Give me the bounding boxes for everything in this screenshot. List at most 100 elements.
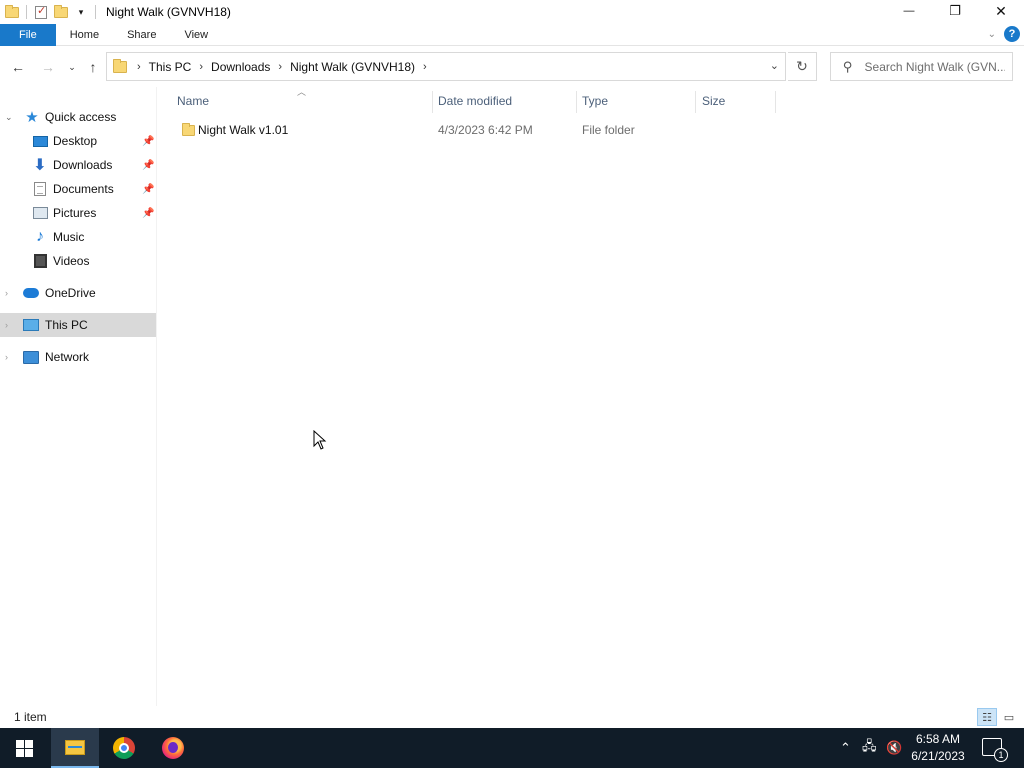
forward-arrow-icon[interactable]: → xyxy=(38,57,58,77)
search-icon: ⚲ xyxy=(843,58,853,74)
collapsed-chevron-icon[interactable]: › xyxy=(5,352,8,362)
breadcrumb-chevron-icon[interactable]: › xyxy=(423,61,427,73)
toolbar-divider xyxy=(26,5,27,19)
search-input[interactable] xyxy=(864,59,1005,74)
column-divider[interactable] xyxy=(576,91,577,113)
file-name: Night Walk v1.01 xyxy=(198,123,289,137)
minimize-button[interactable]: — xyxy=(886,0,932,22)
column-header-name[interactable]: Name xyxy=(177,87,209,115)
chrome-icon xyxy=(113,737,135,759)
breadcrumb-chevron-icon[interactable]: › xyxy=(199,61,203,73)
pin-icon: 📌 xyxy=(142,183,155,195)
breadcrumb-current-folder[interactable]: Night Walk (GVNVH18) xyxy=(290,60,415,74)
column-header-type[interactable]: Type xyxy=(582,87,608,115)
nav-item-documents[interactable]: Documents 📌 xyxy=(0,177,156,201)
breadcrumb-chevron-icon[interactable]: › xyxy=(278,61,282,73)
refresh-button[interactable]: ↻ xyxy=(788,52,817,81)
firefox-icon xyxy=(162,737,184,759)
tab-share[interactable]: Share xyxy=(113,24,170,46)
toolbar-divider xyxy=(95,5,96,19)
show-hidden-icons-chevron-icon[interactable]: ⌃ xyxy=(840,728,851,768)
customize-toolbar-icon[interactable]: ▾ xyxy=(73,4,89,20)
nav-label: Downloads xyxy=(53,158,113,172)
nav-label: Desktop xyxy=(53,134,98,148)
nav-item-this-pc[interactable]: › This PC xyxy=(0,313,156,337)
quick-access-toolbar: ▾ xyxy=(0,0,100,24)
nav-item-onedrive[interactable]: › OneDrive xyxy=(0,281,156,305)
taskbar-chrome[interactable] xyxy=(100,728,148,768)
column-divider[interactable] xyxy=(695,91,696,113)
sort-ascending-icon: ︿ xyxy=(297,87,307,97)
nav-label: Music xyxy=(53,230,85,244)
navigation-pane: ⌄ ★ Quick access Desktop 📌 ⬇ Downloads 📌… xyxy=(0,87,157,707)
nav-item-quick-access[interactable]: ⌄ ★ Quick access xyxy=(0,105,156,129)
column-label: Type xyxy=(582,94,609,108)
column-header-date-modified[interactable]: Date modified xyxy=(438,87,512,115)
recent-locations-chevron-icon[interactable]: ⌄ xyxy=(62,57,82,77)
nav-label: Documents xyxy=(53,182,114,196)
breadcrumb-downloads[interactable]: Downloads xyxy=(211,60,270,74)
nav-item-videos[interactable]: Videos xyxy=(0,249,156,273)
help-icon[interactable]: ? xyxy=(1004,26,1020,42)
nav-label: Pictures xyxy=(53,206,97,220)
item-count: 1 item xyxy=(14,710,47,724)
address-bar[interactable]: › This PC › Downloads › Night Walk (GVNV… xyxy=(106,52,786,81)
taskbar-firefox[interactable] xyxy=(149,728,197,768)
nav-label: Network xyxy=(45,350,90,364)
clock-date: 6/21/2023 xyxy=(911,749,965,763)
up-arrow-icon[interactable]: ↑ xyxy=(83,57,103,77)
table-row[interactable]: Night Walk v1.01 4/3/2023 6:42 PM File f… xyxy=(173,119,773,141)
nav-item-desktop[interactable]: Desktop 📌 xyxy=(0,129,156,153)
details-view-icon[interactable]: ☷ xyxy=(977,708,997,726)
expanded-chevron-icon[interactable]: ⌄ xyxy=(5,112,13,123)
desktop-icon xyxy=(32,133,48,149)
taskbar: ⌃ 🖧 🔇 6:58 AM 6/21/2023 1 xyxy=(0,728,1024,768)
title-bar: ▾ Night Walk (GVNVH18) — ❐ ✕ xyxy=(0,0,1024,24)
tab-view[interactable]: View xyxy=(170,24,222,46)
start-button[interactable] xyxy=(0,728,48,768)
file-type: File folder xyxy=(582,123,635,137)
column-divider[interactable] xyxy=(432,91,433,113)
folder-icon xyxy=(182,123,195,136)
pictures-icon xyxy=(32,205,48,221)
pin-icon: 📌 xyxy=(142,207,155,219)
large-icons-view-icon[interactable]: ▭ xyxy=(999,708,1019,726)
network-status-icon[interactable]: 🖧 xyxy=(862,728,877,768)
back-arrow-icon[interactable]: ← xyxy=(8,57,28,77)
new-folder-icon[interactable] xyxy=(53,4,69,20)
ribbon-tabs: File Home Share View ⌄ ? xyxy=(0,23,1024,46)
restore-button[interactable]: ❐ xyxy=(932,0,978,22)
notification-badge: 1 xyxy=(994,748,1008,762)
nav-label: Videos xyxy=(53,254,90,268)
file-list: Name ︿ Date modified Type Size Night Wal… xyxy=(157,87,1024,707)
close-button[interactable]: ✕ xyxy=(978,0,1024,22)
breadcrumb-this-pc[interactable]: This PC xyxy=(149,60,192,74)
nav-item-pictures[interactable]: Pictures 📌 xyxy=(0,201,156,225)
properties-icon[interactable] xyxy=(33,4,49,20)
nav-label: OneDrive xyxy=(45,286,96,300)
pin-icon: 📌 xyxy=(142,159,155,171)
taskbar-file-explorer[interactable] xyxy=(51,728,99,768)
tab-file[interactable]: File xyxy=(0,23,56,46)
status-bar: 1 item ☷ ▭ xyxy=(0,706,1024,728)
collapsed-chevron-icon[interactable]: › xyxy=(5,288,8,298)
collapsed-chevron-icon[interactable]: › xyxy=(5,320,8,330)
file-date: 4/3/2023 6:42 PM xyxy=(438,123,533,137)
nav-item-network[interactable]: › Network xyxy=(0,345,156,369)
computer-icon xyxy=(23,317,39,333)
column-divider[interactable] xyxy=(775,91,776,113)
breadcrumb-chevron-icon[interactable]: › xyxy=(137,61,141,73)
system-clock[interactable]: 6:58 AM 6/21/2023 xyxy=(900,731,976,765)
folder-icon[interactable] xyxy=(4,4,20,20)
column-label: Size xyxy=(702,94,726,108)
nav-item-music[interactable]: ♪ Music xyxy=(0,225,156,249)
nav-label: This PC xyxy=(45,318,88,332)
star-icon: ★ xyxy=(25,109,39,126)
documents-icon xyxy=(32,181,48,197)
search-box[interactable]: ⚲ xyxy=(830,52,1013,81)
address-dropdown-icon[interactable]: ⌄ xyxy=(770,59,779,72)
expand-ribbon-icon[interactable]: ⌄ xyxy=(988,29,996,40)
tab-home[interactable]: Home xyxy=(56,24,113,46)
nav-item-downloads[interactable]: ⬇ Downloads 📌 xyxy=(0,153,156,177)
column-header-size[interactable]: Size xyxy=(702,87,725,115)
